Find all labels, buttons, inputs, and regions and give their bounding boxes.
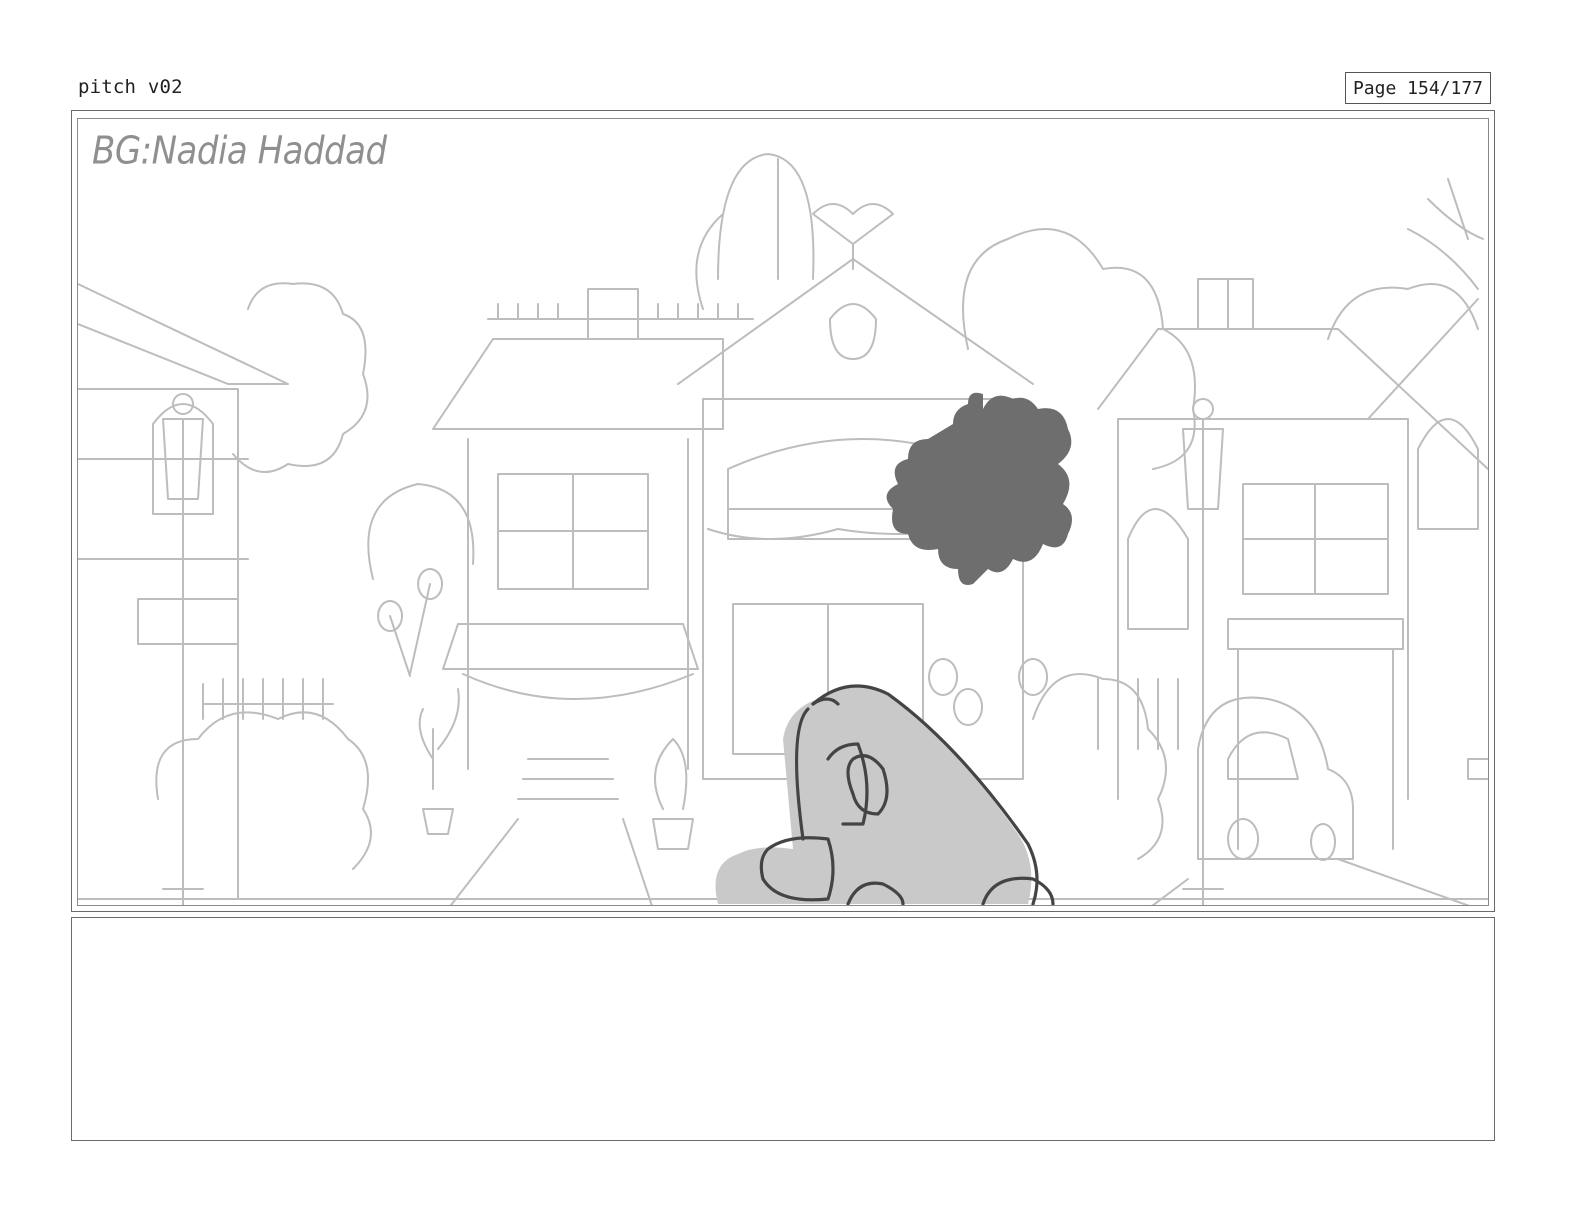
page-number-label: Page 154/177	[1345, 72, 1491, 104]
panel-notes-box[interactable]	[71, 917, 1495, 1141]
panel-frame: BG:Nadia Haddad	[77, 118, 1489, 906]
house-center-window	[497, 473, 649, 590]
bushes-left	[155, 711, 372, 870]
balloons-center	[928, 658, 1049, 726]
house-gable-weathervane	[812, 203, 894, 270]
house-center-steps	[517, 758, 619, 800]
tree-left	[232, 282, 369, 473]
storyboard-panel: BG:Nadia Haddad	[71, 110, 1495, 912]
house-gable-emblem	[829, 303, 877, 360]
house-right-window-arch	[1127, 508, 1189, 630]
house-right-wall	[1117, 418, 1409, 800]
background-sketch	[78, 153, 1488, 905]
balloons-left	[377, 568, 443, 677]
house-right-roof	[1097, 328, 1488, 470]
document-title: pitch v02	[78, 76, 183, 98]
house-right-window	[1242, 483, 1389, 595]
lamp-post-right	[1182, 398, 1224, 905]
tree-center	[695, 153, 815, 310]
bg-artist-credit: BG:Nadia Haddad	[92, 129, 387, 174]
house-left-roof	[78, 283, 289, 385]
house-left-panel	[137, 598, 239, 645]
character-silhouette	[886, 392, 1072, 585]
house-center-railing	[487, 303, 754, 320]
branches-right	[1407, 178, 1484, 290]
lamp-post-left	[162, 393, 204, 905]
house-center-chimney	[587, 288, 639, 340]
car-wheels	[1227, 818, 1337, 861]
house-gable-roof	[677, 258, 1034, 385]
bushes-right	[1032, 673, 1167, 860]
plant-left	[418, 688, 460, 835]
fence-right	[1097, 678, 1179, 750]
house-right-chimney	[1197, 278, 1254, 330]
house-center-wall	[467, 438, 689, 770]
tree-far-right	[1327, 283, 1479, 340]
bush-left-mid	[367, 483, 475, 580]
house-center-awning	[442, 623, 699, 700]
